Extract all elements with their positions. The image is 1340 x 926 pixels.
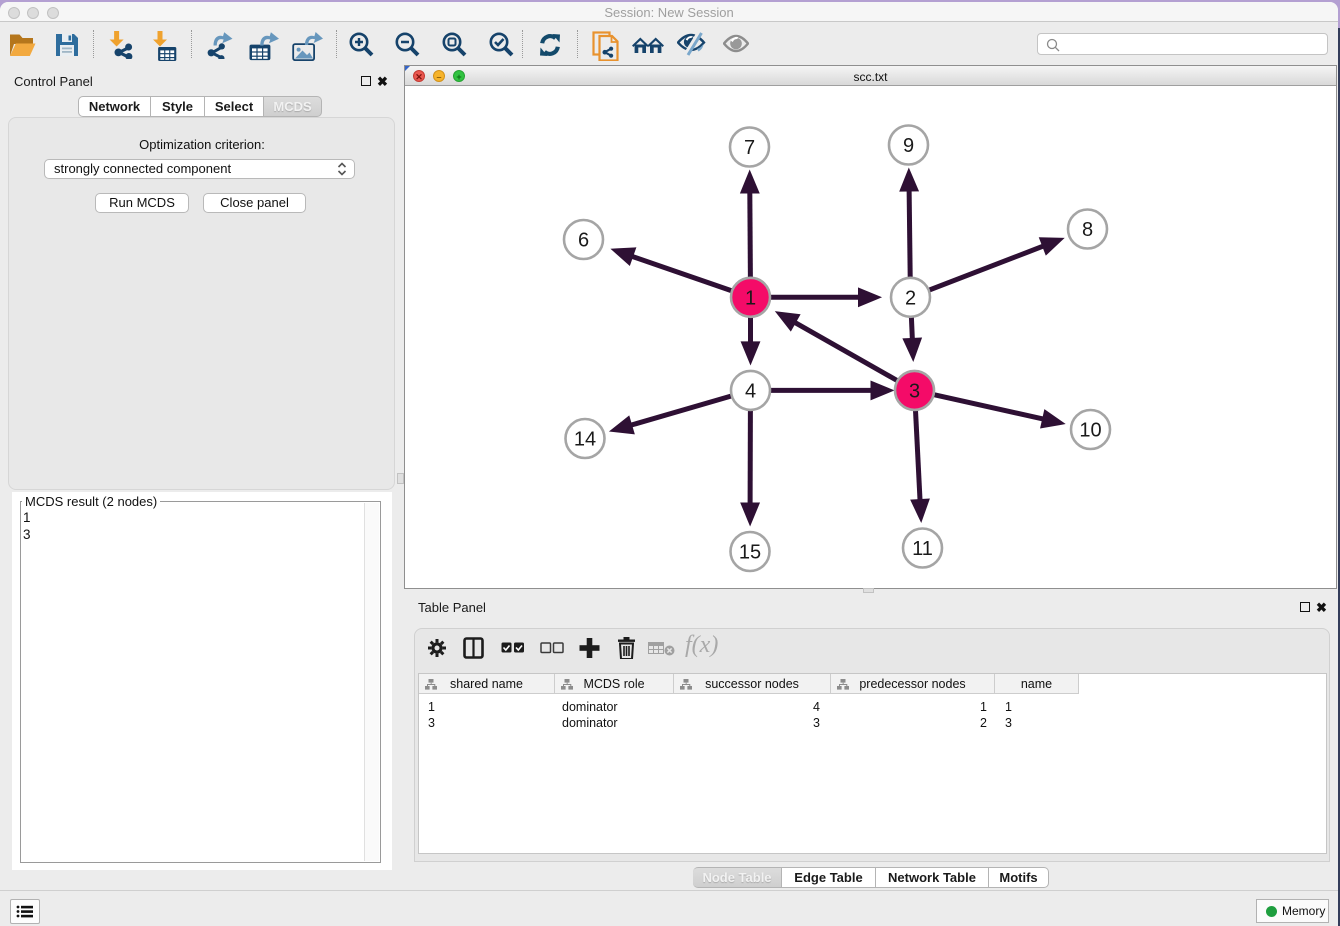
svg-text:8: 8 — [1082, 219, 1093, 241]
svg-text:15: 15 — [739, 542, 761, 564]
svg-text:10: 10 — [1079, 420, 1101, 442]
svg-text:6: 6 — [578, 230, 589, 252]
svg-text:1: 1 — [745, 287, 756, 309]
svg-text:7: 7 — [744, 137, 755, 159]
svg-text:2: 2 — [905, 287, 916, 309]
svg-text:9: 9 — [903, 135, 914, 157]
svg-text:14: 14 — [574, 429, 596, 451]
svg-text:4: 4 — [745, 380, 756, 402]
svg-text:3: 3 — [909, 380, 920, 402]
svg-text:11: 11 — [912, 538, 933, 560]
